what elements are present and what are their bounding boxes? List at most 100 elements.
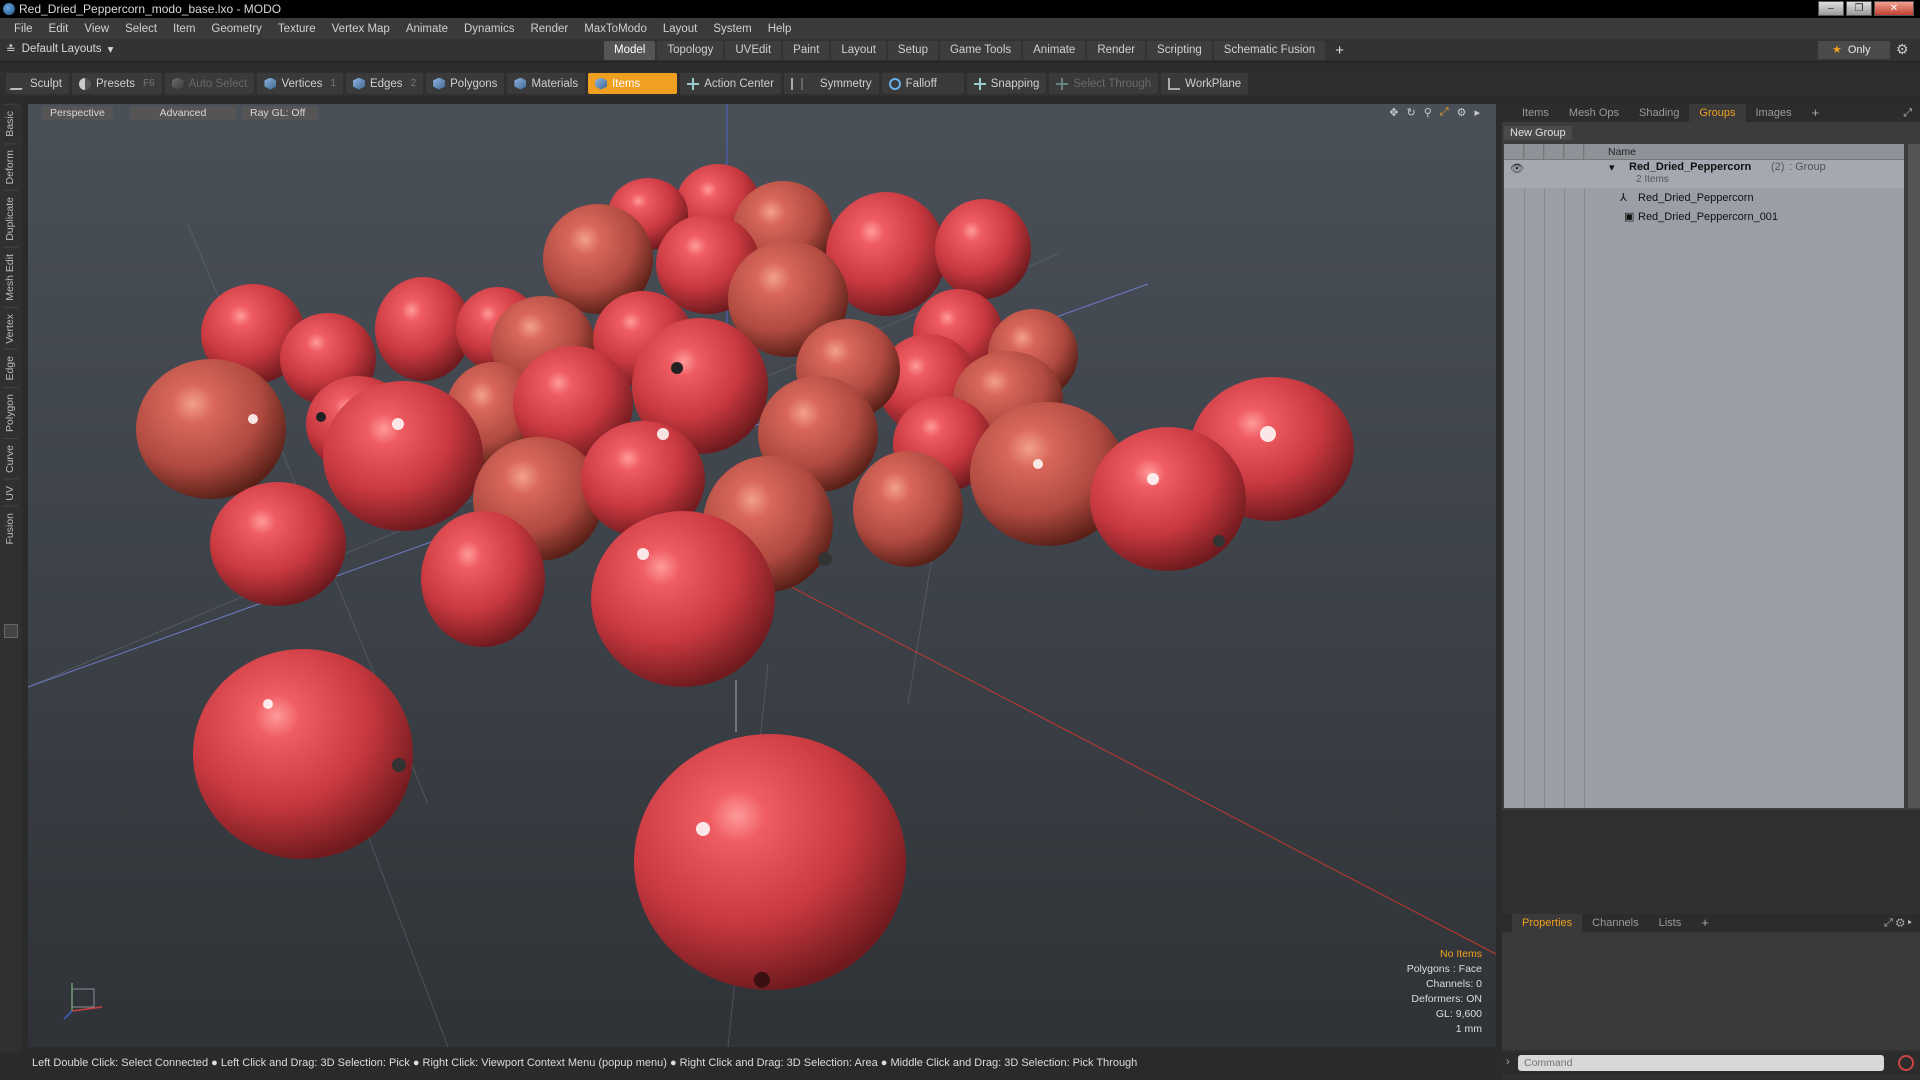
name-column-header[interactable]: Name	[1584, 146, 1636, 158]
viewport-menu-icon[interactable]: ▸	[1474, 106, 1480, 119]
polygons-button[interactable]: Polygons	[426, 73, 505, 94]
gear-icon[interactable]: ⚙	[1896, 41, 1909, 58]
panel-toggle-button[interactable]	[4, 624, 18, 638]
add-tab-icon[interactable]: +	[1691, 914, 1719, 932]
left-tab-uv[interactable]: UV	[4, 478, 18, 507]
workplane-button[interactable]: WorkPlane	[1161, 73, 1249, 94]
close-button[interactable]: ✕	[1874, 1, 1914, 16]
eye-icon[interactable]: 👁	[1510, 162, 1524, 175]
menu-geometry[interactable]: Geometry	[203, 23, 270, 35]
sculpt-icon	[9, 77, 29, 90]
command-history-icon[interactable]: ›	[1506, 1056, 1510, 1068]
panel-settings-icon[interactable]: ⤢ ⚙ ▸	[1884, 917, 1912, 930]
tab-setup[interactable]: Setup	[887, 41, 938, 60]
menu-edit[interactable]: Edit	[41, 23, 77, 35]
viewport-settings-icon[interactable]: ⚙	[1457, 106, 1467, 119]
pan-icon[interactable]: ✥	[1389, 106, 1398, 119]
tab-topology[interactable]: Topology	[657, 41, 724, 60]
raygl-button[interactable]: Ray GL: Off	[242, 106, 318, 120]
left-tab-deform[interactable]: Deform	[4, 142, 18, 191]
left-tab-vertex[interactable]: Vertex	[4, 306, 18, 350]
menu-vertex-map[interactable]: Vertex Map	[324, 23, 398, 35]
materials-button[interactable]: Materials	[507, 73, 586, 94]
tab-model[interactable]: Model	[604, 41, 656, 60]
auto-select-button[interactable]: Auto Select	[164, 73, 255, 94]
tab-shading[interactable]: Shading	[1629, 104, 1689, 122]
rotate-icon[interactable]: ↻	[1407, 106, 1416, 119]
only-toggle[interactable]: ★ Only	[1818, 41, 1890, 59]
lock-column-icon[interactable]	[1544, 143, 1564, 160]
stop-icon[interactable]	[1898, 1055, 1914, 1071]
visibility-column-icon[interactable]	[1504, 143, 1524, 160]
tab-channels[interactable]: Channels	[1582, 914, 1648, 932]
edges-button[interactable]: Edges 2	[345, 73, 424, 94]
tab-items[interactable]: Items	[1512, 104, 1559, 122]
menu-help[interactable]: Help	[760, 23, 800, 35]
menu-animate[interactable]: Animate	[398, 23, 456, 35]
tab-paint[interactable]: Paint	[783, 41, 830, 60]
tab-properties[interactable]: Properties	[1512, 914, 1583, 932]
sculpt-button[interactable]: Sculpt	[6, 73, 69, 94]
presets-button[interactable]: Presets F6	[71, 73, 162, 94]
list-item-label: Red_Dried_Peppercorn_001	[1638, 210, 1779, 223]
menu-system[interactable]: System	[705, 23, 759, 35]
tab-images[interactable]: Images	[1746, 104, 1802, 122]
menu-view[interactable]: View	[76, 23, 117, 35]
tab-scripting[interactable]: Scripting	[1147, 41, 1212, 60]
auto-select-icon	[171, 77, 184, 90]
menu-layout[interactable]: Layout	[655, 23, 706, 35]
add-tab-icon[interactable]: +	[1327, 41, 1352, 60]
layout-selector[interactable]: ≛ Default Layouts ▾	[6, 42, 113, 56]
menu-select[interactable]: Select	[117, 23, 165, 35]
tab-layout[interactable]: Layout	[831, 41, 886, 60]
maximize-button[interactable]: ❐	[1846, 1, 1872, 16]
render-column-icon[interactable]	[1524, 143, 1544, 160]
select-through-button[interactable]: Select Through	[1049, 73, 1159, 94]
snapping-button[interactable]: Snapping	[966, 73, 1047, 94]
menu-maxtomodo[interactable]: MaxToModo	[576, 23, 655, 35]
menu-render[interactable]: Render	[522, 23, 576, 35]
left-tab-fusion[interactable]: Fusion	[4, 506, 18, 551]
group-row[interactable]: 👁 ▾ Red_Dried_Peppercorn (2) : Group 2 I…	[1504, 160, 1904, 188]
menu-file[interactable]: File	[6, 23, 41, 35]
tab-game-tools[interactable]: Game Tools	[939, 41, 1022, 60]
left-tab-mesh-edit[interactable]: Mesh Edit	[4, 246, 18, 307]
command-input[interactable]	[1518, 1055, 1884, 1071]
group-count: (2)	[1771, 161, 1785, 173]
tab-groups[interactable]: Groups	[1689, 104, 1746, 122]
tab-uvedit[interactable]: UVEdit	[725, 41, 782, 60]
expand-icon[interactable]: ⤢	[1903, 107, 1912, 120]
menu-dynamics[interactable]: Dynamics	[456, 23, 522, 35]
tab-schematic-fusion[interactable]: Schematic Fusion	[1213, 41, 1326, 60]
tab-lists[interactable]: Lists	[1649, 914, 1692, 932]
add-tab-icon[interactable]: +	[1802, 104, 1830, 122]
list-item[interactable]: ▣ Red_Dried_Peppercorn_001	[1504, 207, 1904, 226]
new-group-button[interactable]: New Group	[1504, 126, 1572, 140]
left-tab-polygon[interactable]: Polygon	[4, 386, 18, 438]
view-mode-button[interactable]: Perspective	[42, 106, 113, 120]
left-tab-basic[interactable]: Basic	[4, 104, 18, 143]
symmetry-button[interactable]: Symmetry	[783, 73, 879, 94]
scrollbar[interactable]	[1908, 144, 1920, 808]
action-center-button[interactable]: Action Center	[680, 73, 781, 94]
left-tab-edge[interactable]: Edge	[4, 349, 18, 387]
minimize-button[interactable]: –	[1818, 1, 1844, 16]
items-button[interactable]: Items	[588, 73, 678, 94]
vertices-label: Vertices	[281, 77, 323, 90]
select-column-icon[interactable]	[1564, 143, 1584, 160]
zoom-icon[interactable]: ⚲	[1424, 106, 1432, 119]
left-tab-duplicate[interactable]: Duplicate	[4, 190, 18, 247]
menu-texture[interactable]: Texture	[270, 23, 324, 35]
list-item[interactable]: ⅄ Red_Dried_Peppercorn	[1504, 188, 1904, 207]
tab-render[interactable]: Render	[1087, 41, 1146, 60]
vertices-button[interactable]: Vertices 1	[257, 73, 343, 94]
tab-animate[interactable]: Animate	[1023, 41, 1086, 60]
3d-viewport[interactable]: Perspective Advanced Ray GL: Off ✥ ↻ ⚲ ⤢…	[28, 104, 1496, 1047]
left-tab-curve[interactable]: Curve	[4, 437, 18, 479]
tab-mesh-ops[interactable]: Mesh Ops	[1559, 104, 1629, 122]
shading-mode-button[interactable]: Advanced	[130, 106, 236, 120]
fit-icon[interactable]: ⤢	[1440, 106, 1449, 119]
falloff-button[interactable]: Falloff	[881, 73, 964, 94]
groups-list[interactable]: Name 👁 ▾ Red_Dried_Peppercorn (2) : Grou…	[1504, 143, 1904, 808]
menu-item[interactable]: Item	[165, 23, 203, 35]
